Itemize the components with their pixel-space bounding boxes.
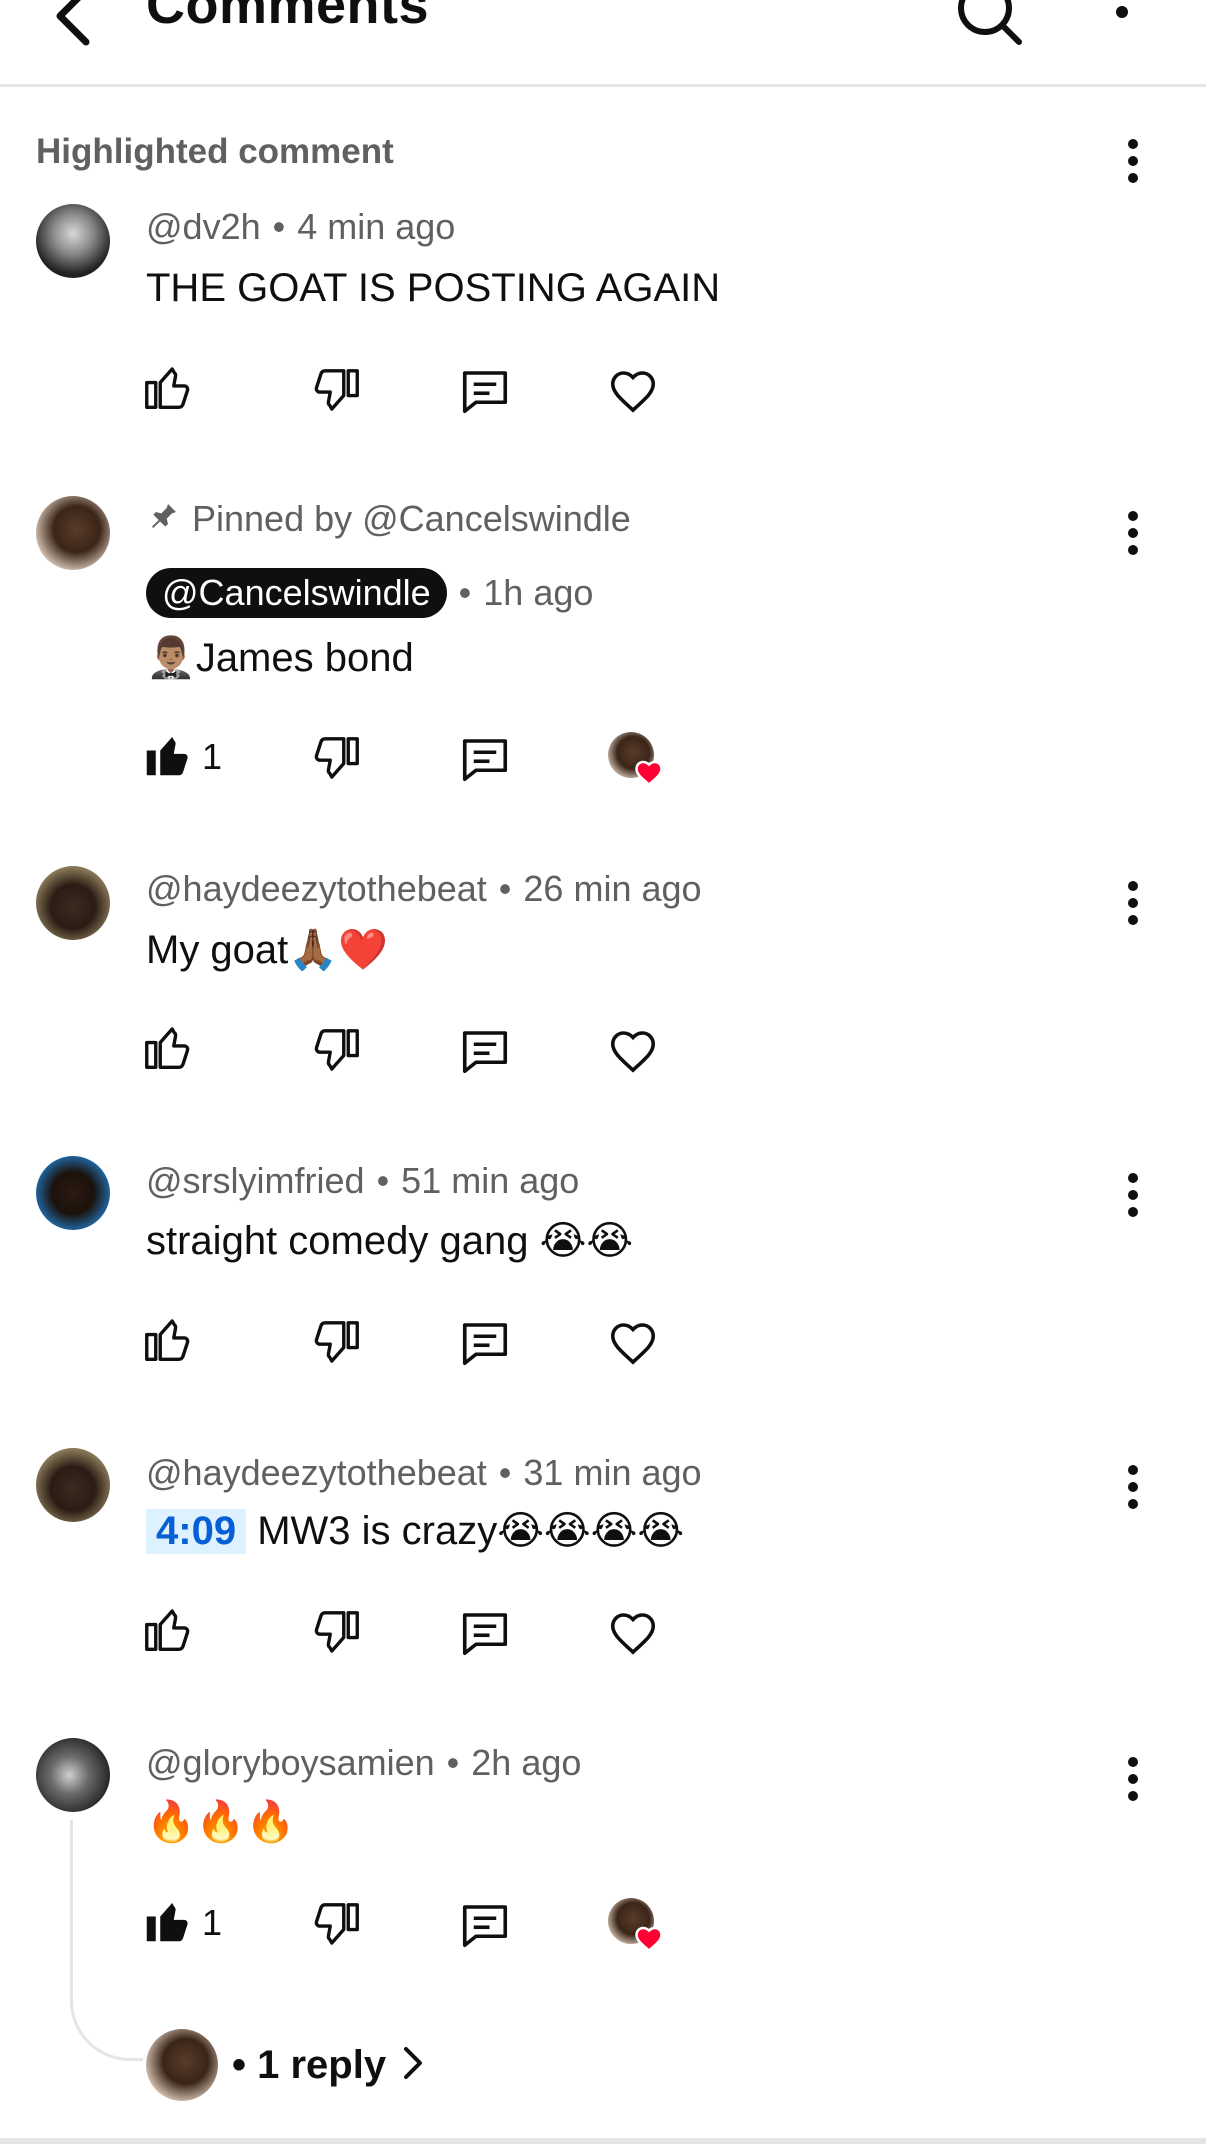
comment-text: 4:09 MW3 is crazy😭😭😭😭 (146, 1508, 684, 1554)
comment-meta: @haydeezytothebeat • 26 min ago (146, 868, 702, 909)
reply-icon[interactable] (458, 1606, 512, 1660)
search-icon[interactable] (955, 0, 1025, 50)
heart-icon[interactable] (606, 364, 660, 418)
comment-text-content: My goat (146, 928, 289, 972)
video-timestamp-link[interactable]: 4:09 (146, 1509, 247, 1554)
heart-icon[interactable] (606, 1024, 660, 1078)
view-replies-button[interactable]: • 1 reply (146, 2029, 426, 2101)
comment-meta: @dv2h • 4 min ago (146, 206, 456, 247)
page-title: Comments (146, 0, 430, 35)
dislike-icon[interactable] (310, 1898, 364, 1952)
avatar[interactable] (36, 204, 110, 278)
avatar[interactable] (36, 496, 110, 570)
pin-icon (148, 498, 180, 534)
heart-icon[interactable] (606, 1316, 660, 1370)
more-vert-icon[interactable] (1116, 1460, 1150, 1514)
comment-meta: @srslyimfried • 51 min ago (146, 1160, 580, 1201)
avatar[interactable] (36, 1156, 110, 1230)
owner-author-chip[interactable]: @Cancelswindle (146, 568, 447, 618)
comment-text: My goat🙏🏾❤️ (146, 926, 388, 973)
avatar (146, 2029, 218, 2101)
dislike-icon[interactable] (310, 1024, 364, 1078)
pinned-label: Pinned by @Cancelswindle (192, 498, 631, 539)
comment-text: straight comedy gang 😭😭 (146, 1218, 633, 1264)
comment-text-content: James bond (195, 636, 414, 680)
more-vert-icon[interactable] (1116, 1752, 1150, 1806)
replies-count: • 1 reply (232, 2042, 387, 2087)
comment-time: 26 min ago (523, 868, 702, 909)
comment-time: 51 min ago (401, 1160, 580, 1201)
dislike-icon[interactable] (310, 1316, 364, 1370)
comment-text-content: straight comedy gang (146, 1219, 529, 1263)
like-icon-filled[interactable] (140, 728, 194, 782)
comment-author[interactable]: @dv2h (146, 206, 261, 247)
creator-heart-badge (606, 730, 663, 786)
comment-author[interactable]: @haydeezytothebeat (146, 1452, 487, 1493)
comment-emoji: 🙏🏾❤️ (288, 927, 388, 973)
comment-meta: @haydeezytothebeat • 31 min ago (146, 1452, 702, 1493)
more-vert-icon[interactable] (1100, 0, 1144, 48)
avatar[interactable] (36, 866, 110, 940)
bottom-divider (0, 2138, 1206, 2144)
reply-icon[interactable] (458, 732, 512, 786)
avatar[interactable] (36, 1738, 110, 1812)
comment-text-content: MW3 is crazy (257, 1509, 498, 1553)
more-vert-icon[interactable] (1116, 134, 1150, 188)
comment-time: 4 min ago (297, 206, 456, 247)
dislike-icon[interactable] (310, 1606, 364, 1660)
dislike-icon[interactable] (310, 732, 364, 786)
creator-heart-badge (606, 1896, 663, 1952)
like-icon[interactable] (140, 360, 194, 414)
comment-emoji: 🤵🏽‍♂️ (146, 635, 196, 681)
avatar[interactable] (36, 1448, 110, 1522)
reply-icon[interactable] (458, 1316, 512, 1370)
reply-icon[interactable] (458, 364, 512, 418)
more-vert-icon[interactable] (1116, 876, 1150, 930)
chevron-right-icon (400, 2045, 426, 2086)
heart-icon[interactable] (606, 1606, 660, 1660)
like-count: 1 (202, 736, 223, 777)
comment-author[interactable]: @gloryboysamien (146, 1742, 435, 1783)
comment-emoji: 😭😭😭😭 (497, 1508, 685, 1554)
comment-text: 🔥🔥🔥 (146, 1799, 296, 1845)
comment-text: 🤵🏽‍♂️James bond (146, 634, 414, 681)
reply-icon[interactable] (458, 1024, 512, 1078)
like-count: 1 (202, 1902, 223, 1943)
comment-meta: @Cancelswindle • 1h ago (146, 568, 593, 618)
more-vert-icon[interactable] (1116, 506, 1150, 560)
thread-connector (70, 1820, 143, 2061)
comment-time: 1h ago (483, 572, 594, 613)
comment-author[interactable]: @haydeezytothebeat (146, 868, 487, 909)
like-icon[interactable] (140, 1312, 194, 1366)
like-icon[interactable] (140, 1020, 194, 1074)
comment-text: THE GOAT IS POSTING AGAIN (146, 266, 721, 310)
dislike-icon[interactable] (310, 364, 364, 418)
comment-time: 31 min ago (523, 1452, 702, 1493)
back-arrow-icon[interactable] (48, 0, 100, 52)
comment-time: 2h ago (471, 1742, 582, 1783)
like-icon-filled[interactable] (140, 1894, 194, 1948)
more-vert-icon[interactable] (1116, 1168, 1150, 1222)
highlighted-comment-label: Highlighted comment (36, 132, 394, 171)
comment-emoji: 😭😭 (539, 1218, 634, 1264)
comment-meta: @gloryboysamien • 2h ago (146, 1742, 582, 1783)
like-icon[interactable] (140, 1602, 194, 1656)
reply-icon[interactable] (458, 1898, 512, 1952)
top-app-bar: Comments (0, 0, 1206, 87)
comment-author[interactable]: @srslyimfried (146, 1160, 365, 1201)
